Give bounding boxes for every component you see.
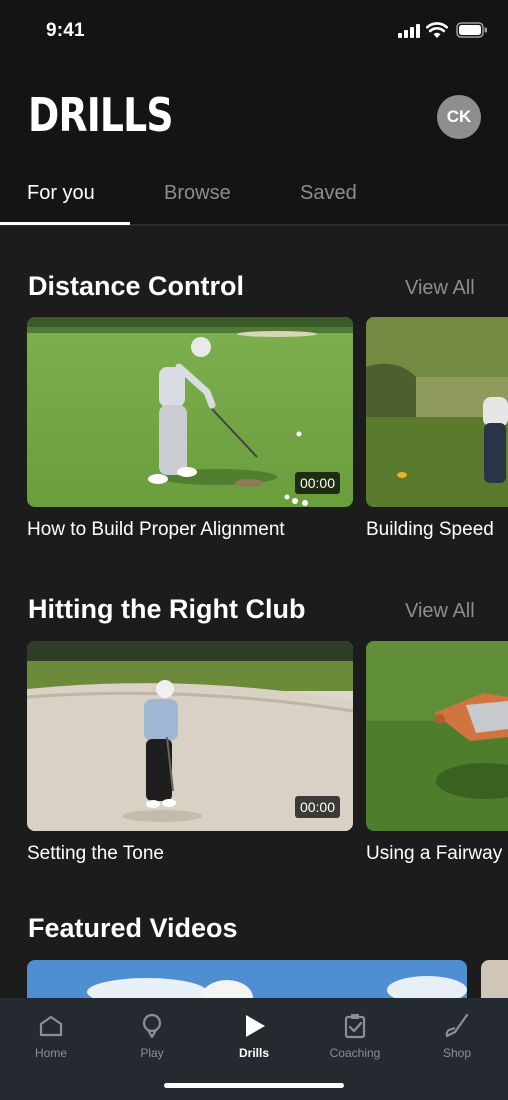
tab-for-you[interactable]: For you [27,182,95,205]
nav-label: Play [140,1046,164,1060]
featured-video-image [27,960,467,1000]
tab-saved[interactable]: Saved [300,182,357,205]
video-card[interactable]: 00:00 How to Build Proper Alignment [27,317,353,540]
nav-label: Coaching [329,1046,381,1060]
nav-coaching[interactable]: Coaching [315,1012,395,1060]
cellular-signal-icon [398,24,420,38]
section-title-distance-control: Distance Control [28,271,245,301]
page-title: DRILLS [28,88,174,142]
video-title[interactable]: Using a Fairway [366,843,502,865]
video-card[interactable]: Building Speed [366,317,508,540]
nav-label: Home [34,1046,67,1060]
golfer-tee-box-image [366,317,508,507]
golf-club-icon [445,1013,469,1038]
video-title[interactable]: Building Speed [366,519,494,541]
battery-icon [456,22,487,38]
featured-video-thumbnail[interactable] [27,960,467,1000]
wifi-icon [426,22,448,38]
home-icon [39,1015,63,1037]
video-thumbnail[interactable] [366,317,508,507]
section-title-featured-videos: Featured Videos [28,913,238,943]
video-title[interactable]: Setting the Tone [27,843,164,865]
status-time: 9:41 [46,20,85,41]
active-tab-indicator [0,222,130,225]
video-card[interactable]: 00:00 Setting the Tone [27,641,353,864]
video-card[interactable]: Using a Fairway [366,641,508,864]
view-all-distance-control[interactable]: View All [405,277,475,300]
play-icon [246,1015,265,1037]
video-thumbnail[interactable]: 00:00 [27,641,353,831]
clipboard-icon [344,1014,366,1039]
nav-drills[interactable]: Drills [214,1012,294,1060]
nav-home[interactable]: Home [11,1012,91,1060]
pin-icon [142,1013,162,1039]
nav-label: Shop [442,1046,472,1060]
view-all-hitting-right-club[interactable]: View All [405,600,475,623]
video-duration: 00:00 [294,796,340,818]
video-thumbnail[interactable] [366,641,508,831]
video-thumbnail[interactable]: 00:00 [27,317,353,507]
tab-browse[interactable]: Browse [164,182,231,205]
nav-play[interactable]: Play [112,1012,192,1060]
video-title[interactable]: How to Build Proper Alignment [27,519,285,541]
status-bar: 9:41 [0,0,508,60]
fairway-wood-image [366,641,508,831]
home-indicator[interactable] [164,1083,344,1088]
profile-avatar[interactable]: CK [437,95,481,139]
nav-label: Drills [238,1046,269,1060]
nav-shop[interactable]: Shop [417,1012,497,1060]
featured-video-thumbnail[interactable] [481,960,508,1000]
video-duration: 00:00 [294,472,340,494]
section-title-hitting-right-club: Hitting the Right Club [28,594,306,624]
